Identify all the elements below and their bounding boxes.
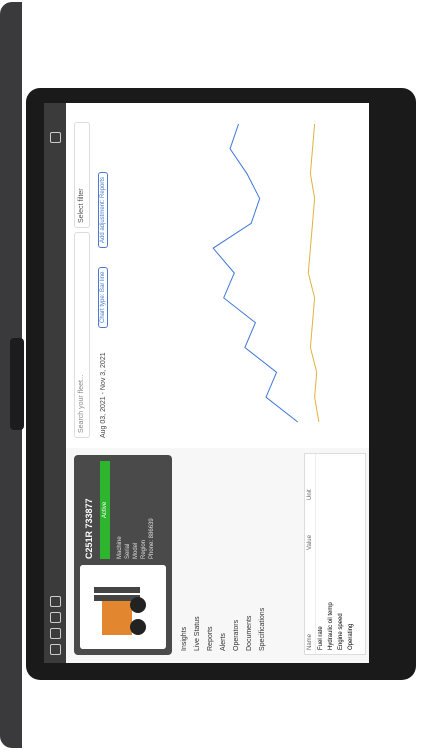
- menu-icon[interactable]: [50, 644, 61, 655]
- nav-item-reports[interactable]: Reports: [204, 455, 217, 655]
- series-line: [212, 123, 299, 423]
- meta-line: Phone: 886639: [149, 518, 155, 559]
- data-table: Name Value Unit Fuel rate Hydraulic oil …: [304, 453, 366, 655]
- table-header: Value: [307, 535, 313, 550]
- table-header: Unit: [307, 489, 313, 500]
- screen: C251R 733877 Active Machine Serial Model…: [44, 103, 369, 663]
- machine-meta: Machine Serial Model Region Phone: 88663…: [116, 518, 156, 559]
- user-icon[interactable]: [50, 596, 61, 607]
- meta-line: Machine: [117, 536, 123, 559]
- laptop-hinge: [10, 338, 24, 430]
- nav-item-alerts[interactable]: Alerts: [217, 455, 230, 655]
- add-adjustment-button[interactable]: Add adjustment: Reports: [98, 171, 108, 248]
- date-range[interactable]: Aug 03, 2021 - Nov 3, 2021: [100, 352, 107, 438]
- meta-line: Model: [133, 542, 139, 559]
- chart-type-button[interactable]: Chart type: Bar line: [98, 266, 108, 328]
- meta-line: Region: [141, 539, 147, 559]
- series-line: [307, 123, 320, 423]
- search-input[interactable]: Search your fleet...: [74, 232, 90, 438]
- machine-photo: [80, 565, 166, 649]
- table-header: Name: [307, 633, 313, 650]
- main-panel: Search your fleet... Select filter Aug 0…: [66, 103, 369, 448]
- table-row: Fuel rate: [318, 626, 324, 650]
- nav-item-specifications[interactable]: Specifications: [256, 455, 269, 655]
- status-badge: Active: [100, 461, 110, 559]
- table-row: Engine speed: [338, 613, 344, 650]
- top-toolbar: [44, 103, 66, 663]
- table-row: Operating: [348, 623, 354, 650]
- settings-icon[interactable]: [50, 612, 61, 623]
- nav-item-operators[interactable]: Operators: [230, 455, 243, 655]
- machine-card[interactable]: C251R 733877 Active Machine Serial Model…: [74, 455, 172, 655]
- nav-item-documents[interactable]: Documents: [243, 455, 256, 655]
- filter-select[interactable]: Select filter: [74, 122, 90, 228]
- table-row: Hydraulic oil temp: [328, 602, 334, 650]
- nav-list: Insights Live Status Reports Alerts Oper…: [178, 455, 278, 655]
- meta-line: Serial: [125, 543, 131, 559]
- machine-name: C251R 733877: [84, 498, 94, 559]
- nav-item-insights[interactable]: Insights: [178, 455, 191, 655]
- close-icon[interactable]: [50, 132, 61, 143]
- laptop-frame: C251R 733877 Active Machine Serial Model…: [0, 0, 421, 750]
- nav-item-live-status[interactable]: Live Status: [191, 455, 204, 655]
- left-panel: C251R 733877 Active Machine Serial Model…: [66, 448, 369, 663]
- home-icon[interactable]: [50, 628, 61, 639]
- chart: [212, 123, 320, 423]
